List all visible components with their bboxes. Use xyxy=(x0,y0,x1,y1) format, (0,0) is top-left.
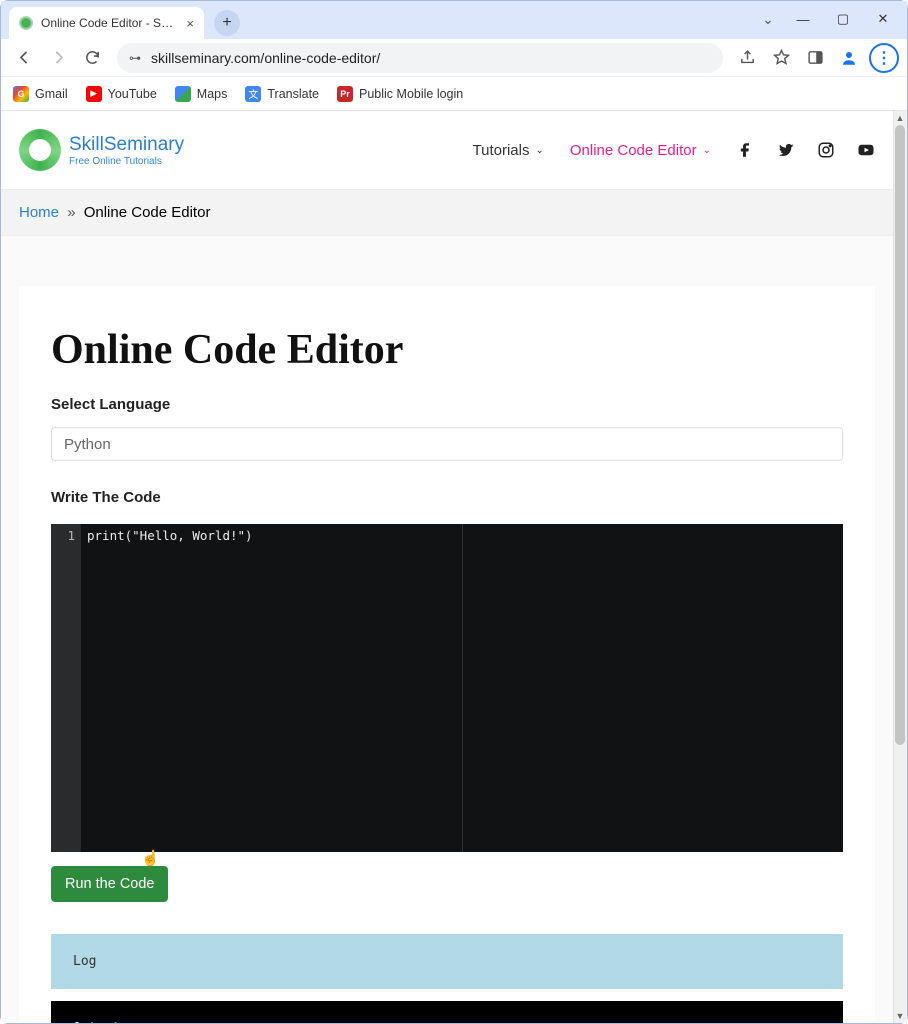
editor-ruler xyxy=(462,524,463,852)
vertical-scrollbar[interactable]: ▲ ▼ xyxy=(893,111,907,1023)
site-header: SkillSeminary Free Online Tutorials Tuto… xyxy=(1,111,893,189)
nav-label: Tutorials xyxy=(473,142,530,159)
youtube-icon[interactable] xyxy=(857,141,875,159)
address-bar[interactable]: ⊶ skillseminary.com/online-code-editor/ xyxy=(117,43,723,73)
scroll-down-icon[interactable]: ▼ xyxy=(893,1009,907,1023)
logo-title: SkillSeminary xyxy=(69,134,184,156)
nav-tutorials[interactable]: Tutorials ⌄ xyxy=(473,142,544,159)
breadcrumb-home[interactable]: Home xyxy=(19,204,59,221)
breadcrumb-current: Online Code Editor xyxy=(84,204,211,221)
chevron-down-icon: ⌄ xyxy=(703,145,711,156)
nav-forward-button[interactable] xyxy=(43,43,73,73)
bookmark-star-icon[interactable] xyxy=(767,44,795,72)
public-mobile-icon: Pr xyxy=(337,86,353,102)
instagram-icon[interactable] xyxy=(817,141,835,159)
window-controls: ⌄ — ▢ ✕ xyxy=(753,5,903,33)
browser-tab[interactable]: Online Code Editor - Skill Semin × xyxy=(9,7,204,39)
new-tab-button[interactable]: + xyxy=(214,10,240,36)
nav-online-code-editor[interactable]: Online Code Editor ⌄ xyxy=(570,142,711,159)
tabs-caret-icon[interactable]: ⌄ xyxy=(753,5,783,33)
bookmark-label: YouTube xyxy=(108,87,157,101)
logo-subtitle: Free Online Tutorials xyxy=(69,156,184,167)
site-logo[interactable]: SkillSeminary Free Online Tutorials xyxy=(19,129,184,171)
code-line: print("Hello, World!") xyxy=(87,528,253,543)
maps-icon xyxy=(175,86,191,102)
bookmarks-bar: G Gmail ▶ YouTube Maps 文 Translate Pr Pu… xyxy=(1,77,907,111)
browser-toolbar: ⊶ skillseminary.com/online-code-editor/ … xyxy=(1,39,907,77)
youtube-icon: ▶ xyxy=(86,86,102,102)
facebook-icon[interactable] xyxy=(737,141,755,159)
bookmark-maps[interactable]: Maps xyxy=(175,86,228,102)
bookmark-public-mobile[interactable]: Pr Public Mobile login xyxy=(337,86,463,102)
social-links xyxy=(737,141,875,159)
code-input[interactable]: print("Hello, World!") xyxy=(81,524,843,852)
site-nav: Tutorials ⌄ Online Code Editor ⌄ xyxy=(473,141,876,159)
breadcrumb: Home » Online Code Editor xyxy=(1,189,893,236)
window-maximize-button[interactable]: ▢ xyxy=(823,5,863,33)
nav-label: Online Code Editor xyxy=(570,142,697,159)
bookmark-label: Gmail xyxy=(35,87,68,101)
sidepanel-icon[interactable] xyxy=(801,44,829,72)
window-minimize-button[interactable]: — xyxy=(783,5,823,33)
content-card: Online Code Editor Select Language Write… xyxy=(19,286,875,1023)
scroll-thumb[interactable] xyxy=(895,125,905,745)
log-panel: Log xyxy=(51,934,843,989)
bookmark-label: Maps xyxy=(197,87,228,101)
page-viewport: ▲ ▼ SkillSeminary Free Online Tutorials … xyxy=(1,111,907,1023)
logo-swirl-icon xyxy=(19,129,61,171)
page-title: Online Code Editor xyxy=(51,326,843,374)
bookmark-youtube[interactable]: ▶ YouTube xyxy=(86,86,157,102)
tab-title: Online Code Editor - Skill Semin xyxy=(41,16,178,30)
line-number: 1 xyxy=(51,528,75,543)
output-label: Output xyxy=(73,1021,120,1023)
select-language-label: Select Language xyxy=(51,396,843,413)
share-icon[interactable] xyxy=(733,44,761,72)
browser-titlebar: Online Code Editor - Skill Semin × + ⌄ —… xyxy=(1,1,907,39)
bookmark-translate[interactable]: 文 Translate xyxy=(245,86,319,102)
tab-favicon xyxy=(19,16,33,30)
translate-icon: 文 xyxy=(245,86,261,102)
profile-icon[interactable] xyxy=(835,44,863,72)
nav-reload-button[interactable] xyxy=(77,43,107,73)
write-code-label: Write The Code xyxy=(51,489,843,506)
gmail-icon: G xyxy=(13,86,29,102)
breadcrumb-separator: » xyxy=(67,204,75,221)
browser-menu-button[interactable]: ⋮ xyxy=(869,43,899,73)
editor-gutter: 1 xyxy=(51,524,81,852)
twitter-icon[interactable] xyxy=(777,141,795,159)
bookmark-label: Translate xyxy=(267,87,319,101)
language-select[interactable] xyxy=(51,427,843,461)
site-info-icon[interactable]: ⊶ xyxy=(129,51,141,65)
nav-back-button[interactable] xyxy=(9,43,39,73)
bookmark-gmail[interactable]: G Gmail xyxy=(13,86,68,102)
run-code-button[interactable]: Run the Code xyxy=(51,866,168,902)
chevron-down-icon: ⌄ xyxy=(535,145,543,156)
log-label: Log xyxy=(73,954,96,969)
code-editor[interactable]: 1 print("Hello, World!") xyxy=(51,524,843,852)
output-panel: Output xyxy=(51,1001,843,1023)
scroll-up-icon[interactable]: ▲ xyxy=(893,111,907,125)
url-text: skillseminary.com/online-code-editor/ xyxy=(151,50,380,66)
window-close-button[interactable]: ✕ xyxy=(863,5,903,33)
content-area: Online Code Editor Select Language Write… xyxy=(1,236,893,1023)
bookmark-label: Public Mobile login xyxy=(359,87,463,101)
tab-close-icon[interactable]: × xyxy=(186,16,194,31)
